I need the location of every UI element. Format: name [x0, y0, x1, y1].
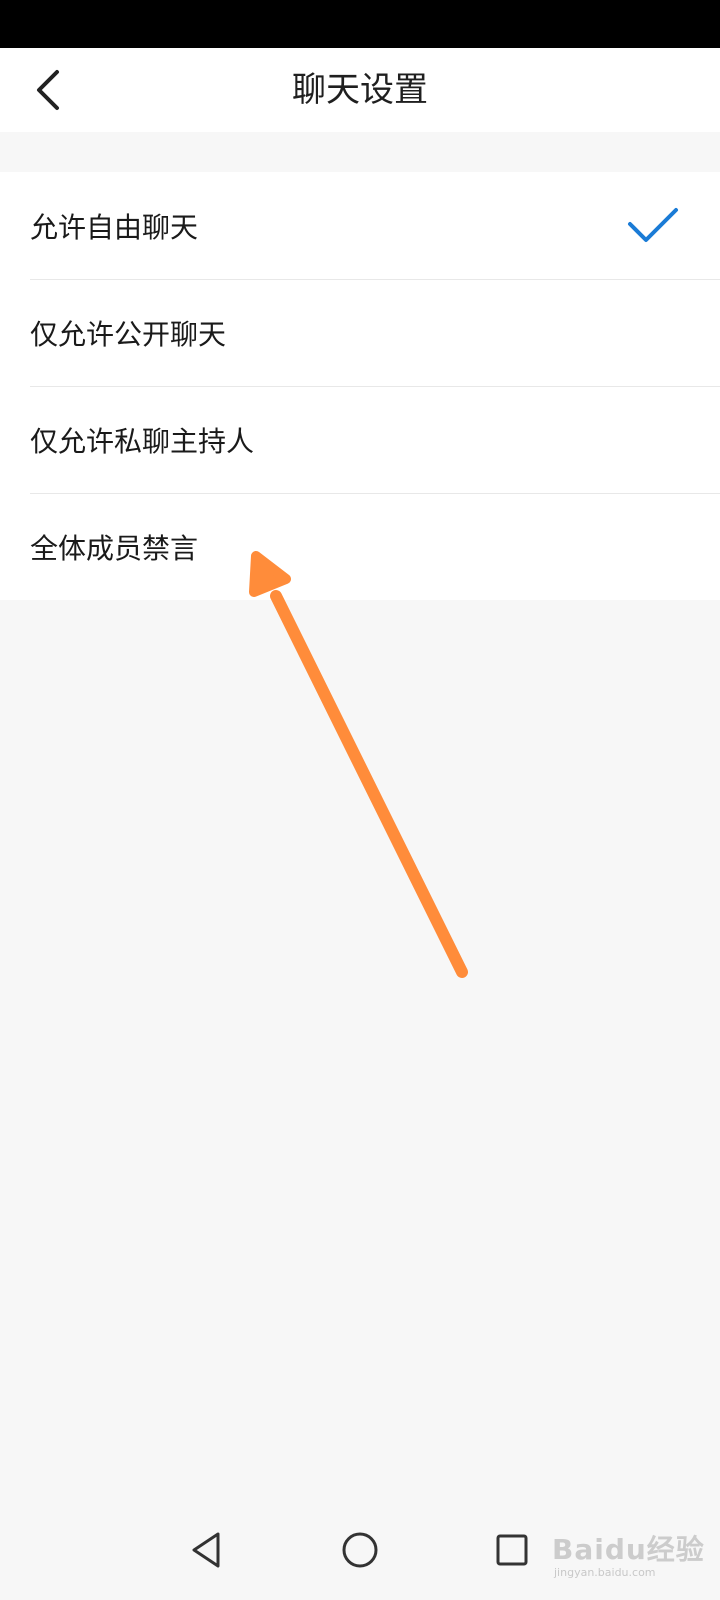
option-private-chat-host-only[interactable]: 仅允许私聊主持人: [0, 386, 720, 493]
circle-home-icon: [342, 1532, 378, 1568]
nav-recents-button[interactable]: [482, 1520, 542, 1580]
option-public-chat-only[interactable]: 仅允许公开聊天: [0, 279, 720, 386]
checkmark-icon: [628, 207, 678, 242]
option-mute-all-members[interactable]: 全体成员禁言: [0, 493, 720, 600]
option-label: 全体成员禁言: [30, 531, 199, 565]
chat-options-list: 允许自由聊天 仅允许公开聊天 仅允许私聊主持人 全体成员禁言: [0, 172, 720, 600]
nav-home-button[interactable]: [330, 1520, 390, 1580]
navigation-bar: [0, 1500, 720, 1600]
status-bar: [0, 0, 720, 48]
triangle-back-icon: [192, 1532, 220, 1568]
page-title: 聊天设置: [292, 70, 428, 110]
nav-back-button[interactable]: [176, 1520, 236, 1580]
option-label: 允许自由聊天: [30, 210, 199, 244]
option-label: 仅允许私聊主持人: [30, 424, 255, 458]
option-label: 仅允许公开聊天: [30, 317, 227, 351]
header: 聊天设置: [0, 48, 720, 132]
option-allow-free-chat[interactable]: 允许自由聊天: [0, 172, 720, 279]
square-recents-icon: [496, 1534, 528, 1566]
